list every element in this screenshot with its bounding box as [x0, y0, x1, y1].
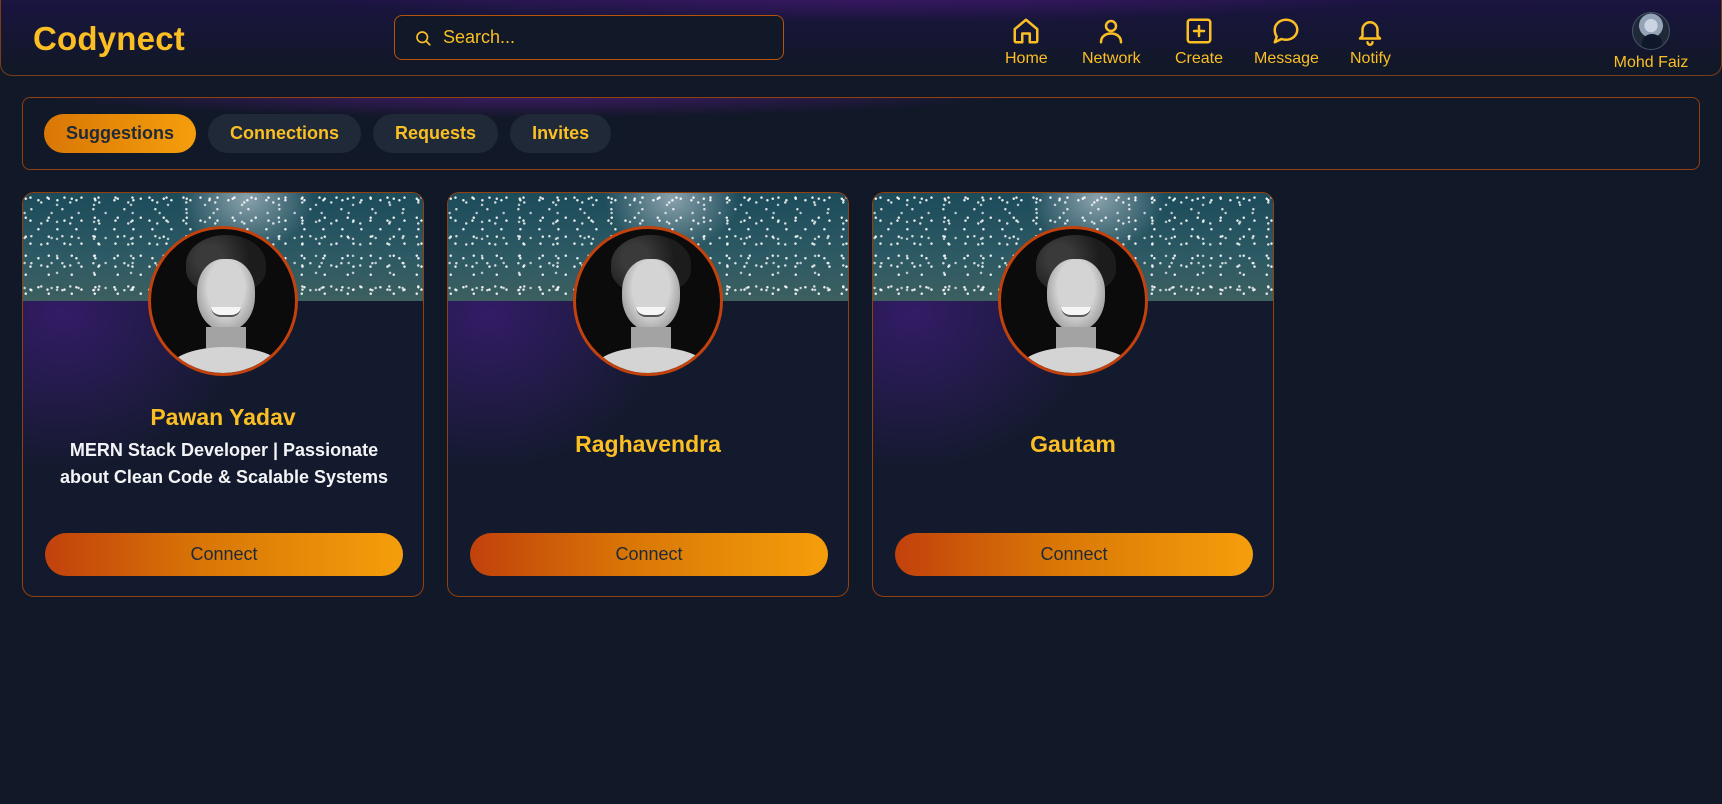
- nav-network[interactable]: Network: [1082, 14, 1141, 68]
- search-icon: [413, 28, 433, 48]
- message-icon: [1269, 14, 1303, 48]
- profile-photo[interactable]: [998, 226, 1148, 376]
- profile-photo[interactable]: [148, 226, 298, 376]
- tab-suggestions[interactable]: Suggestions: [44, 114, 197, 153]
- app-logo[interactable]: Codynect: [33, 20, 185, 58]
- avatar: [1632, 12, 1670, 50]
- nav-home[interactable]: Home: [1005, 14, 1048, 68]
- home-icon: [1009, 14, 1043, 48]
- network-tabs: Suggestions Connections Requests Invites: [22, 97, 1700, 170]
- connect-button[interactable]: Connect: [45, 533, 403, 576]
- suggestion-card: Gautam Connect: [872, 192, 1274, 597]
- nav-message-label: Message: [1254, 50, 1319, 67]
- search-input[interactable]: [441, 26, 781, 49]
- bell-icon: [1353, 14, 1387, 48]
- profile-photo[interactable]: [573, 226, 723, 376]
- connect-button[interactable]: Connect: [895, 533, 1253, 576]
- tab-connections[interactable]: Connections: [208, 114, 362, 153]
- nav-message[interactable]: Message: [1254, 14, 1319, 68]
- profile-name: Mohd Faiz: [1613, 54, 1689, 71]
- nav-notify[interactable]: Notify: [1350, 14, 1391, 68]
- suggestion-card: Pawan Yadav MERN Stack Developer | Passi…: [22, 192, 424, 597]
- search-bar[interactable]: [394, 15, 784, 60]
- nav-create-label: Create: [1175, 50, 1224, 67]
- profile-menu[interactable]: Mohd Faiz: [1581, 12, 1721, 72]
- tab-invites[interactable]: Invites: [510, 114, 612, 153]
- nav-notify-label: Notify: [1350, 50, 1391, 67]
- user-icon: [1094, 14, 1128, 48]
- card-name[interactable]: Gautam: [873, 431, 1273, 458]
- card-bio: MERN Stack Developer | Passionate about …: [59, 440, 389, 487]
- card-name[interactable]: Pawan Yadav: [23, 404, 423, 431]
- tab-requests[interactable]: Requests: [373, 114, 499, 153]
- suggestion-card: Raghavendra Connect: [447, 192, 849, 597]
- connect-button[interactable]: Connect: [470, 533, 828, 576]
- plus-square-icon: [1182, 14, 1216, 48]
- card-name[interactable]: Raghavendra: [448, 431, 848, 458]
- top-navbar: Codynect Home Network: [0, 0, 1722, 76]
- nav-home-label: Home: [1005, 50, 1048, 67]
- nav-create[interactable]: Create: [1175, 14, 1223, 68]
- nav-network-label: Network: [1082, 50, 1141, 67]
